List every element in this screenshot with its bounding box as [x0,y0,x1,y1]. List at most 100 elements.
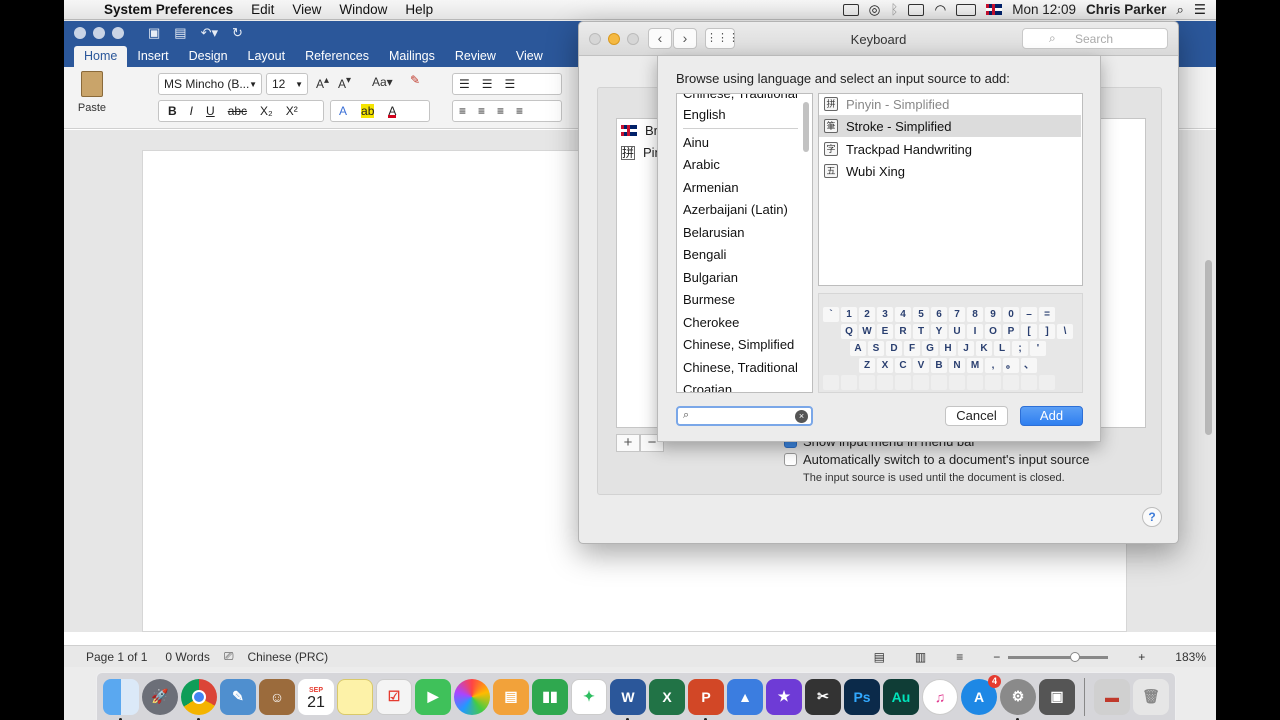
close-button[interactable] [74,27,86,39]
language-item[interactable]: Bengali [683,247,726,262]
language-item[interactable]: Chinese, Traditional [683,94,798,101]
subscript-button[interactable]: X₂ [260,104,273,118]
creative-cloud-icon[interactable]: ◎ [869,2,881,18]
language-item[interactable]: Cherokee [683,315,739,330]
facetime-icon[interactable]: ▶ [415,678,451,715]
prefs-search-input[interactable]: ⌕ Search [1022,28,1168,49]
chrome-icon[interactable] [181,678,217,720]
superscript-button[interactable]: X² [286,104,298,118]
calendar-icon[interactable]: SEP 21 [298,678,334,715]
spotlight-icon[interactable]: ⌕ [1176,2,1184,18]
notes-icon[interactable] [337,678,373,715]
tab-view[interactable]: View [506,46,553,67]
language-status[interactable]: Chinese (PRC) [247,650,328,664]
notification-center-icon[interactable]: ☰ [1194,2,1206,18]
excel-icon[interactable]: X [649,678,685,715]
source-option[interactable]: 拼 Pinyin - Simplified [819,93,1081,115]
zoom-slider-knob[interactable] [1070,651,1081,662]
finder-icon[interactable] [103,678,139,720]
trash-icon[interactable]: 🗑 [1133,678,1169,715]
vertical-scrollbar[interactable] [1205,260,1212,435]
source-row-british[interactable]: Bri [621,123,661,138]
bluetooth-icon[interactable]: ᛒ [890,2,898,17]
user-name[interactable]: Chris Parker [1086,2,1166,17]
word-count[interactable]: 0 Words [165,650,209,664]
launchpad-icon[interactable]: 🚀 [142,678,178,715]
add-button[interactable]: Add [1020,406,1083,426]
add-source-button[interactable]: + [616,434,640,452]
zoom-in-icon[interactable]: + [1138,650,1145,664]
language-item[interactable]: Belarusian [683,225,744,240]
align-center-icon[interactable]: ≡ [478,104,485,118]
tab-references[interactable]: References [295,46,379,67]
proofing-icon[interactable]: ⎚ [224,649,234,664]
minimize-button[interactable] [93,27,105,39]
audition-icon[interactable]: Au [883,678,919,715]
italic-button[interactable]: I [190,104,193,118]
imovie-icon[interactable]: ★ [766,678,802,715]
grow-font-button[interactable]: A▴ [316,75,329,91]
font-color-icon[interactable]: A [388,104,397,118]
contacts-icon[interactable]: ☺ [259,678,295,715]
language-item[interactable]: Bulgarian [683,270,738,285]
language-item[interactable]: Croatian [683,382,732,392]
paste-button[interactable]: Paste [74,71,110,114]
web-layout-icon[interactable]: ▥ [915,650,926,664]
powerpoint-icon[interactable]: P [688,678,724,720]
battery-icon[interactable] [956,3,977,16]
screenflow-icon[interactable]: ▣ [1039,678,1075,715]
final-cut-icon[interactable]: ✂ [805,678,841,715]
keynote-icon[interactable]: ▲ [727,678,763,715]
clock[interactable]: Mon 12:09 [1012,2,1076,17]
menu-app-name[interactable]: System Preferences [100,2,242,17]
wifi-icon[interactable]: ◠ [934,2,946,18]
align-left-icon[interactable]: ≡ [459,104,466,118]
menu-edit[interactable]: Edit [242,2,283,17]
page-count[interactable]: Page 1 of 1 [86,650,147,664]
clear-formatting-icon[interactable]: ✎ [410,73,420,87]
multilevel-list-icon[interactable]: ☰ [505,77,516,91]
font-size-dropdown[interactable]: 12 ▼ [266,73,308,95]
photos-icon[interactable] [454,678,490,715]
evernote-icon[interactable]: ✦ [571,678,607,715]
itunes-icon[interactable]: ♫ [922,678,958,715]
keynote-pages-icon[interactable]: ▤ [493,678,529,715]
language-item[interactable]: Azerbaijani (Latin) [683,202,788,217]
bold-button[interactable]: B [168,104,177,118]
tab-insert[interactable]: Insert [127,46,178,67]
cancel-button[interactable]: Cancel [945,406,1008,426]
align-right-icon[interactable]: ≡ [497,104,504,118]
tab-review[interactable]: Review [445,46,506,67]
language-item[interactable]: Chinese, Traditional [683,360,798,375]
language-search-input[interactable]: ⌕ × [676,406,813,426]
justify-icon[interactable]: ≡ [516,104,523,118]
language-item[interactable]: Arabic [683,157,720,172]
preview-icon[interactable]: ✎ [220,678,256,715]
source-option-selected[interactable]: 筆 Stroke - Simplified [819,115,1081,137]
source-option[interactable]: 字 Trackpad Handwriting [819,138,1081,160]
photoshop-icon[interactable]: Ps [844,678,880,715]
language-item[interactable]: English [683,107,726,122]
highlight-icon[interactable]: ab [361,104,375,118]
british-flag-icon[interactable] [986,4,1003,15]
numbers-icon[interactable]: ▮▮ [532,678,568,715]
tab-layout[interactable]: Layout [238,46,296,67]
app-store-icon[interactable]: A4 [961,674,1001,715]
bullets-icon[interactable]: ☰ [459,77,470,91]
menu-help[interactable]: Help [396,2,442,17]
source-option[interactable]: 五 Wubi Xing [819,160,1081,182]
zoom-slider[interactable] [1008,651,1109,662]
font-name-dropdown[interactable]: MS Mincho (B... ▼ [158,73,262,95]
menu-view[interactable]: View [283,2,330,17]
screen-record-icon[interactable] [842,3,859,16]
numbering-icon[interactable]: ☰ [482,77,493,91]
clear-search-icon[interactable]: × [795,410,808,423]
zoom-button[interactable] [112,27,124,39]
auto-switch-checkbox[interactable] [784,453,797,466]
source-row-pinyin[interactable]: 拼 Pin [621,145,662,160]
language-item[interactable]: Chinese, Simplified [683,337,794,352]
undo-icon[interactable]: ↶▾ [201,25,218,41]
text-effects-icon[interactable]: A [339,104,347,118]
language-item[interactable]: Burmese [683,292,735,307]
language-list[interactable]: Chinese, Traditional English Ainu Arabic… [676,93,813,393]
